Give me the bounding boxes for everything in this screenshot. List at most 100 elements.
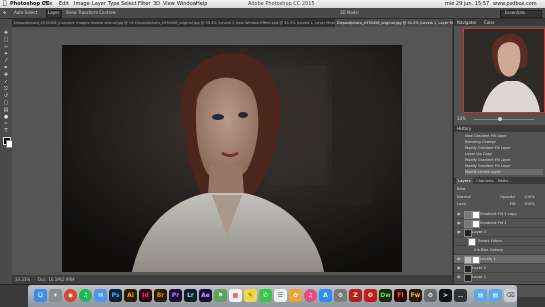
tab-layers[interactable]: Layers — [456, 177, 473, 184]
quick-select-tool-icon[interactable]: ✦ — [3, 52, 9, 57]
layer-row[interactable]: ◉ Layer 1 — [454, 273, 545, 282]
chrome-icon[interactable]: ◉ — [64, 289, 77, 302]
visibility-eye-icon[interactable]: ◉ — [457, 212, 461, 216]
dreamweaver-icon[interactable]: Dw — [379, 289, 392, 302]
crop-tool-icon[interactable]: ⤤ — [3, 59, 9, 64]
history-item-active[interactable]: Modify Levels Layer — [465, 169, 543, 175]
menu-edit[interactable]: Edit — [59, 0, 69, 8]
history-brush-tool-icon[interactable]: ↺ — [3, 94, 9, 99]
visibility-eye-icon[interactable]: ◉ — [457, 266, 461, 270]
filter-name[interactable]: Iris Blur Gallery — [474, 246, 503, 254]
move-tool-icon[interactable]: ✥ — [3, 8, 6, 18]
color-tab[interactable]: Color — [484, 19, 494, 26]
dodge-tool-icon[interactable]: ● — [3, 115, 9, 120]
layer-name[interactable]: Layer 2 — [472, 264, 486, 272]
photoshop-icon[interactable]: Ps — [109, 289, 122, 302]
navigator-zoom-value[interactable]: 33% — [457, 115, 466, 123]
notes-icon[interactable]: ✎ — [244, 289, 257, 302]
terminal-icon[interactable]: > — [439, 289, 452, 302]
tab-doc-3[interactable]: New Window Effect.psd @ 33.3% (Levels 1,… — [234, 19, 336, 27]
layer-name[interactable]: Gradient Fill 1 — [480, 219, 506, 227]
zoom-slider-handle[interactable] — [498, 116, 502, 121]
eyedropper-tool-icon[interactable]: ✒ — [3, 66, 9, 71]
itunes-icon[interactable]: ♫ — [304, 289, 317, 302]
menu-filter[interactable]: Filter — [138, 0, 150, 8]
layer-name[interactable]: Levels 1 — [480, 255, 496, 263]
visibility-eye-icon[interactable]: ◉ — [457, 230, 461, 234]
tab-doc-1[interactable]: Dispositphoto_4978458 [Concept: images r… — [12, 19, 134, 27]
tab-channels[interactable]: Channels — [474, 177, 496, 184]
folder-icon[interactable]: ▤ — [474, 289, 487, 302]
messages-icon[interactable]: ✆ — [259, 289, 272, 302]
launchpad-icon[interactable]: ☀ — [49, 289, 62, 302]
opacity-value[interactable]: 100% — [524, 194, 535, 199]
zoom-slider-track[interactable] — [474, 118, 534, 120]
clock[interactable]: mié 29 jun. 15:57 — [445, 0, 489, 8]
navigator-panel-header[interactable]: Navigator Color — [454, 19, 545, 26]
appstore-icon[interactable]: A — [319, 289, 332, 302]
menu-window[interactable]: Window — [177, 0, 197, 8]
clone-stamp-tool-icon[interactable]: ⎋ — [3, 87, 9, 92]
filezilla-icon[interactable]: Z — [349, 289, 362, 302]
type-tool-icon[interactable]: T — [3, 129, 9, 134]
pen-tool-icon[interactable]: ✑ — [3, 122, 9, 127]
menu-layer[interactable]: Layer — [92, 0, 106, 8]
tab-paths[interactable]: Paths — [496, 177, 510, 184]
visibility-eye-icon[interactable]: ◉ — [457, 221, 461, 225]
premiere-icon[interactable]: Pr — [169, 289, 182, 302]
smart-filters-row[interactable]: Smart Filters — [454, 237, 545, 246]
photos-icon[interactable]: ✿ — [289, 289, 302, 302]
apple-icon[interactable]:  — [3, 0, 7, 8]
bridge-icon[interactable]: Br — [154, 289, 167, 302]
status-zoom[interactable]: 33.33% — [15, 275, 30, 284]
spotify-icon[interactable]: ♫ — [79, 289, 92, 302]
reminders-icon[interactable]: ☰ — [274, 289, 287, 302]
preferences-icon[interactable]: ⚙ — [334, 289, 347, 302]
aftereffects-icon[interactable]: Ae — [199, 289, 212, 302]
filter-row[interactable]: Iris Blur Gallery — [454, 246, 545, 255]
layer-name[interactable]: Gradient Fill 1 copy — [480, 210, 517, 218]
show-transform-checkbox[interactable]: Show Transform Controls — [66, 8, 116, 18]
navigator-thumbnail[interactable] — [463, 28, 545, 113]
indesign-icon[interactable]: Id — [139, 289, 152, 302]
menu-3d[interactable]: 3D — [153, 0, 160, 8]
finder-icon[interactable]: ☺ — [34, 289, 47, 302]
visibility-eye-icon[interactable]: ◉ — [457, 257, 461, 261]
menu-image[interactable]: Image — [74, 0, 90, 8]
layer-name[interactable]: Layer 1 — [472, 273, 486, 281]
canvas-area[interactable] — [12, 27, 452, 275]
layer-row[interactable]: ◉ Gradient Fill 1 copy — [454, 210, 545, 219]
user-name[interactable]: www.psdbox.com — [493, 0, 537, 8]
layer-row[interactable]: ◉ Layer 2 — [454, 264, 545, 273]
gradient-tool-icon[interactable]: ▤ — [3, 108, 9, 113]
marquee-tool-icon[interactable]: □ — [3, 38, 9, 43]
layer-name[interactable]: Layer 3 — [472, 228, 486, 236]
fireworks-icon[interactable]: Fw — [409, 289, 422, 302]
blend-mode-dropdown[interactable]: Normal — [457, 194, 471, 199]
flash-icon[interactable]: Fl — [394, 289, 407, 302]
activity-icon[interactable]: ⚋ — [454, 289, 467, 302]
lightroom-icon[interactable]: Lr — [184, 289, 197, 302]
visibility-eye-icon[interactable]: ◉ — [457, 275, 461, 279]
tab-doc-active[interactable]: Dispositphoto_4978458_original.jpg @ 33.… — [335, 19, 454, 27]
layer-row-selected[interactable]: ◉ Levels 1 — [454, 255, 545, 264]
lasso-tool-icon[interactable]: ∞ — [3, 45, 9, 50]
maps-icon[interactable]: ⚑ — [214, 289, 227, 302]
acrobat-icon[interactable]: ❂ — [364, 289, 377, 302]
menu-type[interactable]: Type — [108, 0, 119, 8]
history-panel-header[interactable]: History — [454, 125, 545, 132]
automator-icon[interactable]: ⚙ — [424, 289, 437, 302]
tab-doc-2[interactable]: Dispositphoto_4978458_original.jpg @ 33.… — [133, 19, 235, 27]
document-photo[interactable] — [62, 45, 402, 272]
menu-file[interactable]: File — [44, 0, 52, 8]
smart-filters-label[interactable]: Smart Filters — [478, 237, 502, 245]
layer-filter-kind[interactable]: Kind — [457, 186, 465, 191]
trash-icon[interactable]: ⌫ — [504, 289, 517, 302]
layer-row[interactable]: ◉ Gradient Fill 1 — [454, 219, 545, 228]
fill-value[interactable]: 100% — [524, 201, 535, 206]
layer-row[interactable]: ◉ Layer 3 — [454, 228, 545, 237]
eraser-tool-icon[interactable]: ▢ — [3, 101, 9, 106]
menu-select[interactable]: Select — [121, 0, 136, 8]
menu-view[interactable]: View — [163, 0, 175, 8]
auto-select-label[interactable]: Auto-Select: — [14, 8, 39, 18]
